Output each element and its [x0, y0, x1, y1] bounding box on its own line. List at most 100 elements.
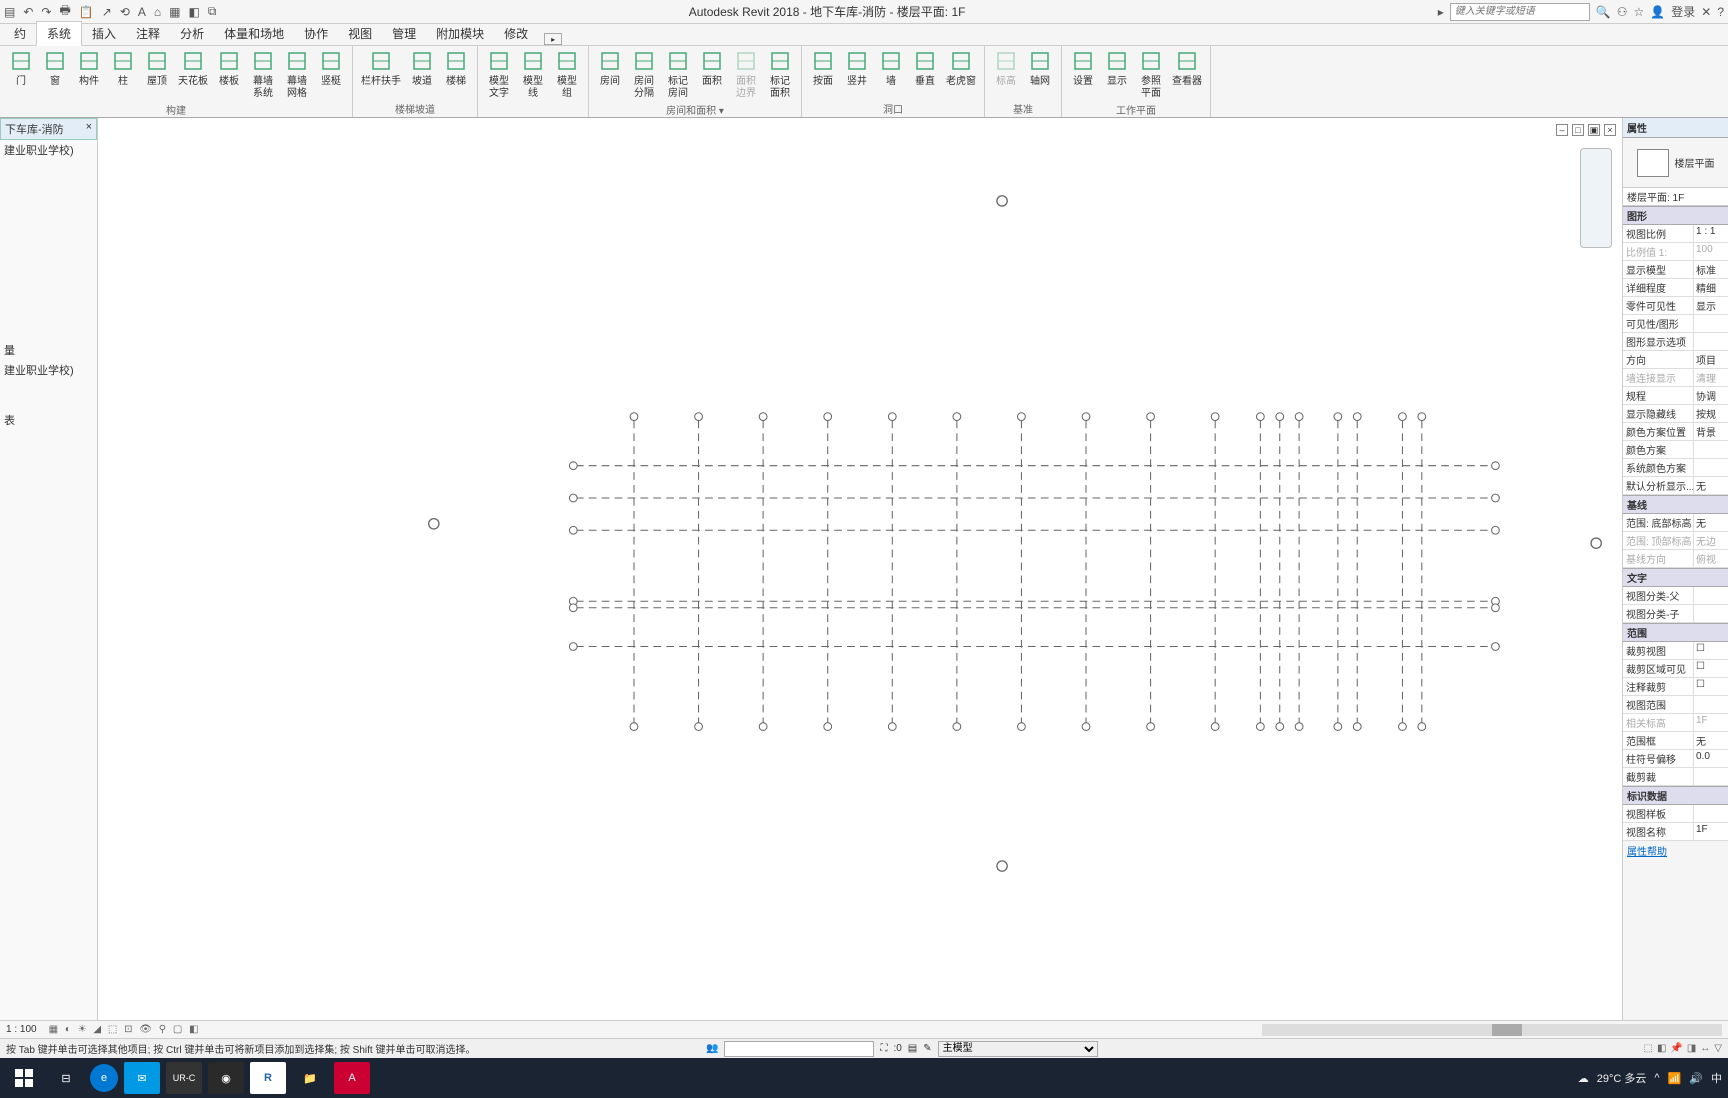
- prop-row[interactable]: 默认分析显示...无: [1623, 477, 1728, 495]
- browser-header[interactable]: 下车库-消防×: [0, 118, 97, 140]
- prop-value[interactable]: 标准: [1694, 261, 1728, 278]
- ribbon-垂直[interactable]: 垂直: [908, 46, 942, 101]
- exchange-icon[interactable]: ✕: [1701, 5, 1711, 19]
- ribbon-天花板[interactable]: 天花板: [174, 46, 212, 102]
- model-select[interactable]: 主模型: [938, 1041, 1098, 1057]
- home-icon[interactable]: ⌂: [154, 5, 161, 19]
- ribbon-构件[interactable]: 构件: [72, 46, 106, 102]
- prop-value[interactable]: [1694, 768, 1728, 785]
- tab-view[interactable]: 视图: [338, 22, 382, 45]
- prop-value[interactable]: 俯视: [1694, 550, 1728, 567]
- ribbon-竖井[interactable]: 竖井: [840, 46, 874, 101]
- tab-collab[interactable]: 协作: [294, 22, 338, 45]
- explorer-icon[interactable]: 📁: [292, 1062, 328, 1094]
- autocad-icon[interactable]: A: [334, 1062, 370, 1094]
- rendering-icon[interactable]: ⬚: [108, 1024, 117, 1035]
- properties-help-link[interactable]: 属性帮助: [1623, 841, 1728, 860]
- prop-value[interactable]: [1694, 696, 1728, 713]
- prop-value[interactable]: 无: [1694, 477, 1728, 494]
- visual-style-icon[interactable]: ◐: [65, 1024, 71, 1035]
- tab-analyze[interactable]: 分析: [170, 22, 214, 45]
- prop-value[interactable]: 清理: [1694, 369, 1728, 386]
- prop-row[interactable]: 颜色方案: [1623, 441, 1728, 459]
- ribbon-幕墙系统[interactable]: 幕墙系统: [246, 46, 280, 102]
- prop-row[interactable]: 截剪裁: [1623, 768, 1728, 786]
- search-arrow-icon[interactable]: ▸: [1438, 5, 1444, 19]
- ribbon-房间分隔[interactable]: 房间分隔: [627, 46, 661, 102]
- edge-icon[interactable]: e: [90, 1064, 118, 1092]
- tab-system[interactable]: 系统: [36, 21, 82, 46]
- prop-row[interactable]: 可见性/图形: [1623, 315, 1728, 333]
- prop-value[interactable]: 1 : 1: [1694, 225, 1728, 242]
- prop-value[interactable]: [1694, 587, 1728, 604]
- prop-value[interactable]: 项目: [1694, 351, 1728, 368]
- comm-icon[interactable]: ⚇: [1617, 5, 1628, 19]
- close-icon[interactable]: ×: [86, 121, 92, 137]
- hide-icon[interactable]: 👁: [139, 1024, 152, 1035]
- prop-value[interactable]: [1694, 605, 1728, 622]
- shadows-icon[interactable]: ◢: [93, 1024, 101, 1035]
- ribbon-窗[interactable]: 窗: [38, 46, 72, 102]
- search-taskbar-icon[interactable]: ⊟: [48, 1062, 84, 1094]
- urc-icon[interactable]: UR-C: [166, 1062, 202, 1094]
- nav-bar[interactable]: [1580, 148, 1612, 248]
- select-icon[interactable]: ⛶: [880, 1043, 887, 1054]
- ribbon-模型组[interactable]: 模型组: [550, 46, 584, 102]
- sel-pinned-icon[interactable]: 📌: [1670, 1043, 1682, 1054]
- volume-icon[interactable]: 🔊: [1689, 1072, 1703, 1085]
- tray-up-icon[interactable]: ^: [1654, 1072, 1659, 1084]
- section-baseline[interactable]: 基线: [1623, 495, 1728, 514]
- ribbon-参照平面[interactable]: 参照平面: [1134, 46, 1168, 102]
- prop-row[interactable]: 基线方向俯视: [1623, 550, 1728, 568]
- prop-row[interactable]: 显示模型标准: [1623, 261, 1728, 279]
- measure-icon[interactable]: ↗: [102, 5, 112, 19]
- prop-value[interactable]: [1694, 459, 1728, 476]
- restore-icon[interactable]: □: [1572, 124, 1584, 136]
- browser-node[interactable]: 表: [0, 410, 97, 430]
- forward-icon[interactable]: ↷: [41, 5, 51, 19]
- sel-underlay-icon[interactable]: ◧: [1657, 1043, 1666, 1054]
- login-link[interactable]: 登录: [1671, 3, 1695, 20]
- prop-row[interactable]: 范围: 顶部标高无边: [1623, 532, 1728, 550]
- prop-value[interactable]: 1F: [1694, 714, 1728, 731]
- prop-value[interactable]: [1694, 315, 1728, 332]
- prop-row[interactable]: 范围: 底部标高无: [1623, 514, 1728, 532]
- prop-row[interactable]: 比例值 1:100: [1623, 243, 1728, 261]
- ribbon-门[interactable]: 门: [4, 46, 38, 102]
- ribbon-设置[interactable]: 设置: [1066, 46, 1100, 102]
- ribbon-幕墙网格[interactable]: 幕墙网格: [280, 46, 314, 102]
- network-icon[interactable]: 📶: [1668, 1072, 1682, 1085]
- close-view-icon[interactable]: ×: [1604, 124, 1616, 136]
- weather-icon[interactable]: ☁: [1578, 1072, 1589, 1085]
- ribbon-楼板[interactable]: 楼板: [212, 46, 246, 102]
- filter-icon[interactable]: ▤: [908, 1043, 917, 1054]
- section-iddata[interactable]: 标识数据: [1623, 786, 1728, 805]
- switch-windows-icon[interactable]: ⧉: [208, 4, 217, 19]
- tab-0[interactable]: 约: [4, 22, 36, 45]
- system-tray[interactable]: ☁ 29°C 多云 ^ 📶 🔊 中: [1578, 1070, 1722, 1086]
- sel-link-icon[interactable]: ⬚: [1643, 1043, 1652, 1054]
- prop-row[interactable]: 显示隐藏线按规: [1623, 405, 1728, 423]
- prop-value[interactable]: 无: [1694, 514, 1728, 531]
- weather-text[interactable]: 29°C 多云: [1597, 1070, 1647, 1086]
- ribbon-查看器[interactable]: 查看器: [1168, 46, 1206, 102]
- prop-row[interactable]: 范围框无: [1623, 732, 1728, 750]
- reveal-icon[interactable]: ⚲: [159, 1024, 166, 1035]
- prop-row[interactable]: 柱符号偏移0.0: [1623, 750, 1728, 768]
- drawing-canvas[interactable]: – □ ▣ ×: [98, 118, 1622, 1020]
- ribbon-标高[interactable]: 标高: [989, 46, 1023, 101]
- project-browser[interactable]: 下车库-消防× 建业职业学校) 量 建业职业学校) 表: [0, 118, 98, 1020]
- prop-row[interactable]: 方向项目: [1623, 351, 1728, 369]
- browser-node[interactable]: 建业职业学校): [0, 140, 97, 160]
- prop-row[interactable]: 规程协调: [1623, 387, 1728, 405]
- ribbon-按面[interactable]: 按面: [806, 46, 840, 101]
- sun-path-icon[interactable]: ☀: [78, 1024, 87, 1035]
- user-icon[interactable]: 👤: [1650, 5, 1665, 19]
- section-extent[interactable]: 范围: [1623, 623, 1728, 642]
- app-menu-icon[interactable]: ▤: [4, 5, 15, 19]
- properties-panel[interactable]: 属性 楼层平面 楼层平面: 1F 图形 视图比例1 : 1比例值 1:100显示…: [1622, 118, 1728, 1020]
- ribbon-模型线[interactable]: 模型线: [516, 46, 550, 102]
- type-selector[interactable]: 楼层平面: [1623, 138, 1728, 188]
- prop-value[interactable]: 无: [1694, 732, 1728, 749]
- star-icon[interactable]: ☆: [1634, 5, 1645, 19]
